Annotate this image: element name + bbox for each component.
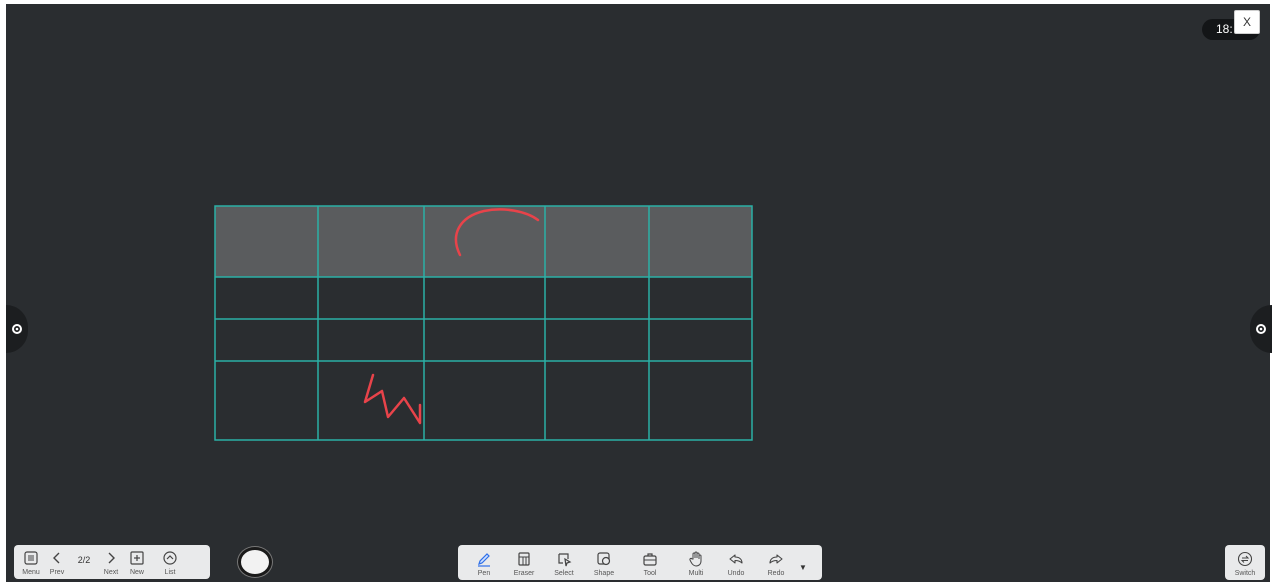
menu-label: Menu — [22, 569, 40, 576]
prev-label: Prev — [49, 569, 65, 576]
eraser-icon — [518, 552, 530, 566]
pen-tool-button[interactable]: Pen — [464, 546, 504, 580]
undo-button[interactable]: Undo — [716, 546, 756, 580]
select-tool-button[interactable]: Select — [544, 546, 584, 580]
hand-icon — [689, 551, 702, 567]
toolbar-expand-button[interactable]: ▼ — [796, 546, 810, 580]
select-label: Select — [554, 570, 574, 577]
shape-label: Shape — [593, 570, 615, 577]
table-header-row — [215, 206, 752, 277]
switch-icon — [1237, 551, 1253, 567]
redo-icon — [769, 554, 783, 564]
menu-icon — [24, 551, 38, 565]
next-button[interactable]: Next — [98, 545, 124, 579]
multi-label: Multi — [688, 570, 704, 577]
toolbox-icon — [643, 553, 657, 566]
shape-tool-button[interactable]: Shape — [584, 546, 624, 580]
caret-down-icon: ▼ — [799, 562, 807, 572]
eraser-label: Eraser — [513, 570, 535, 577]
tool-label: Tool — [643, 570, 657, 577]
ink-stroke-zigzag — [363, 373, 422, 425]
undo-icon — [729, 554, 743, 564]
page-indicator: 2/2 — [77, 555, 91, 565]
list-label: List — [164, 569, 176, 576]
tool-button[interactable]: Tool — [624, 546, 676, 580]
drawn-table[interactable] — [214, 205, 754, 442]
select-icon — [558, 553, 572, 567]
drawing-toolbar: Pen Eraser Select Shape Tool Multi Undo … — [458, 545, 822, 580]
gear-icon — [12, 324, 22, 334]
pen-icon — [478, 553, 490, 567]
next-label: Next — [103, 569, 119, 576]
new-label: New — [129, 569, 144, 576]
close-button[interactable]: X — [1234, 10, 1260, 34]
multi-touch-button[interactable]: Multi — [676, 546, 716, 580]
chevron-right-icon — [108, 552, 115, 564]
eraser-tool-button[interactable]: Eraser — [504, 546, 544, 580]
prev-button[interactable]: Prev — [44, 545, 70, 579]
chevron-left-icon — [53, 552, 60, 564]
menu-button[interactable]: Menu — [18, 545, 44, 579]
pen-label: Pen — [477, 570, 491, 577]
gear-icon — [1256, 324, 1266, 334]
redo-button[interactable]: Redo — [756, 546, 796, 580]
list-button[interactable]: List — [150, 545, 190, 579]
switch-button[interactable]: Switch — [1226, 546, 1264, 580]
new-page-button[interactable]: New — [124, 545, 150, 579]
color-picker-button[interactable] — [238, 547, 272, 577]
add-page-icon — [130, 551, 144, 565]
switch-label: Switch — [1234, 570, 1256, 577]
shape-icon — [597, 552, 611, 566]
redo-label: Redo — [767, 570, 785, 577]
switch-bar: Switch — [1225, 545, 1265, 580]
page-nav-bar: Menu Prev 2/2 Next New List — [14, 545, 210, 579]
undo-label: Undo — [727, 570, 745, 577]
list-icon — [163, 551, 177, 565]
